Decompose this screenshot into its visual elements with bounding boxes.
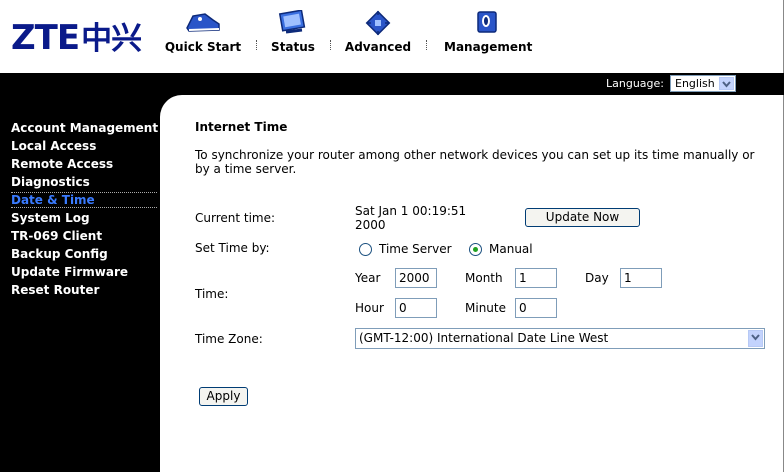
nav-label: Quick Start: [164, 40, 242, 54]
minute-input[interactable]: 0: [515, 298, 557, 318]
nav-label: Management: [444, 40, 533, 54]
sidebar-divider: [11, 207, 157, 208]
time-label: Time:: [195, 287, 229, 301]
language-select[interactable]: English: [670, 75, 736, 92]
month-input[interactable]: 1: [515, 268, 557, 288]
top-header: ZTE中兴 Quick Start Status Advanced Manage…: [0, 0, 784, 73]
nav-separator: [256, 40, 258, 50]
nav-separator: [330, 40, 332, 50]
page-description: To synchronize your router among other n…: [195, 148, 755, 176]
sidebar-item-system-log[interactable]: System Log: [11, 211, 90, 226]
sidebar-item-account-management[interactable]: Account Management: [11, 121, 158, 136]
sidebar-item-local-access[interactable]: Local Access: [11, 139, 96, 154]
chevron-down-icon: [719, 77, 734, 90]
day-input[interactable]: 1: [620, 268, 662, 288]
current-time-value-line1: Sat Jan 1 00:19:51: [355, 204, 467, 218]
sneaker-icon: [164, 10, 242, 36]
nav-status[interactable]: Status: [270, 9, 316, 54]
update-now-button[interactable]: Update Now: [525, 208, 640, 227]
day-label: Day: [585, 271, 609, 285]
year-input[interactable]: 2000: [395, 268, 437, 288]
sidebar-item-remote-access[interactable]: Remote Access: [11, 157, 113, 172]
sidebar-item-date-time[interactable]: Date & Time: [11, 193, 95, 208]
chip-icon: [344, 10, 412, 36]
current-time-value-line2: 2000: [355, 218, 386, 232]
language-value: English: [675, 77, 715, 90]
hour-label: Hour: [355, 301, 384, 315]
zte-logo: ZTE中兴: [11, 18, 142, 58]
manual-label: Manual: [489, 242, 533, 256]
language-bar: [0, 73, 784, 95]
sidebar-item-diagnostics[interactable]: Diagnostics: [11, 175, 90, 190]
time-zone-label: Time Zone:: [195, 332, 263, 346]
time-zone-value: (GMT-12:00) International Date Line West: [359, 331, 609, 345]
monitor-icon: [270, 9, 316, 36]
nav-quick-start[interactable]: Quick Start: [164, 10, 242, 54]
sidebar-item-reset-router[interactable]: Reset Router: [11, 283, 99, 298]
apply-button[interactable]: Apply: [199, 387, 248, 406]
nav-separator: [426, 40, 428, 50]
sidebar-item-update-firmware[interactable]: Update Firmware: [11, 265, 128, 280]
language-label: Language:: [606, 77, 664, 90]
sidebar-item-tr069-client[interactable]: TR-069 Client: [11, 229, 102, 244]
year-label: Year: [355, 271, 381, 285]
sidebar-item-backup-config[interactable]: Backup Config: [11, 247, 108, 262]
nav-management[interactable]: Management: [444, 10, 533, 54]
nav-advanced[interactable]: Advanced: [344, 10, 412, 54]
hour-input[interactable]: 0: [395, 298, 437, 318]
logo-latin: ZTE: [11, 18, 80, 58]
nav-label: Advanced: [344, 40, 412, 54]
nav-label: Status: [271, 40, 315, 54]
time-zone-select[interactable]: (GMT-12:00) International Date Line West: [355, 328, 765, 349]
radio-selected-dot: [473, 247, 478, 252]
current-time-label: Current time:: [195, 211, 276, 225]
month-label: Month: [465, 271, 503, 285]
minute-label: Minute: [465, 301, 506, 315]
time-server-label: Time Server: [379, 242, 452, 256]
server-icon: [444, 10, 530, 36]
set-time-by-label: Set Time by:: [195, 241, 270, 255]
page-title: Internet Time: [195, 120, 288, 134]
logo-cn: 中兴: [81, 21, 142, 57]
chevron-down-icon: [748, 330, 763, 347]
time-server-radio[interactable]: [359, 243, 372, 256]
manual-radio[interactable]: [469, 243, 482, 256]
